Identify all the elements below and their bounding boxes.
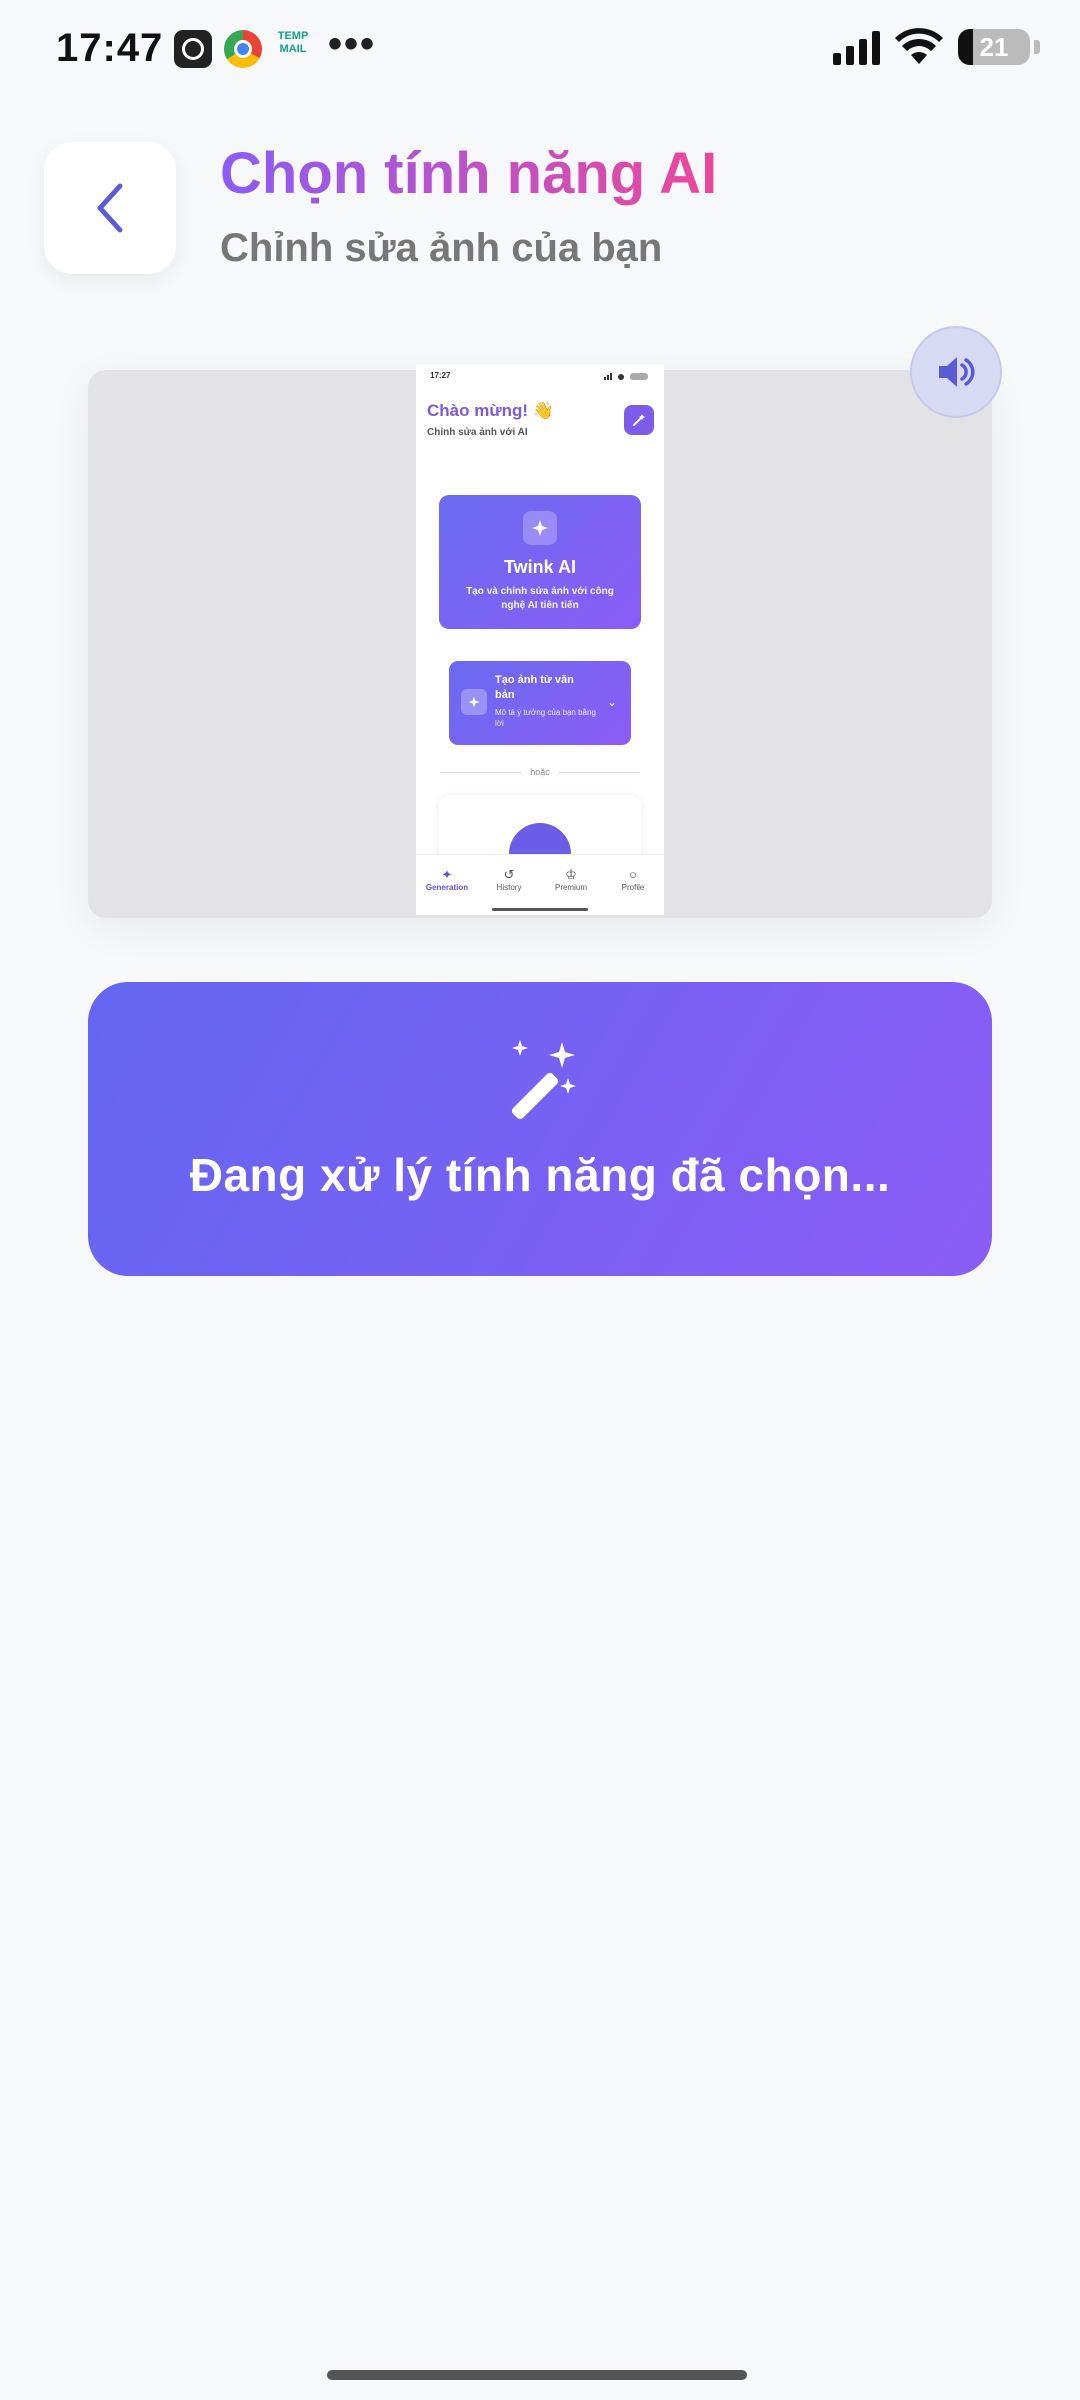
preview-option-desc: Mô tả ý tưởng của bạn bằng lời [495,708,596,728]
preview-twink-card: Twink AI Tạo và chỉnh sửa ảnh với công n… [439,495,641,629]
preview-text-to-image-option: Tạo ảnh từ văn bản Mô tả ý tưởng của bạn… [449,661,631,745]
preview-phone-screen: 17:27 Chào mừng! 👋 Chỉnh sửa ảnh với AI … [416,365,664,915]
chrome-icon [224,30,262,68]
magic-wand-icon [511,1040,576,1120]
temp-mail-icon: TEMP MAIL [277,30,309,55]
wifi-icon [895,28,943,64]
page-title: Chọn tính năng AI [220,141,718,206]
home-indicator [327,2370,747,2380]
preview-greeting-sub: Chỉnh sửa ảnh với AI [427,427,528,438]
preview-greeting: Chào mừng! 👋 [427,401,554,420]
page-subtitle: Chỉnh sửa ảnh của bạn [220,226,663,270]
preview-nav-generation: ✦ Generation [425,867,469,892]
preview-card-desc: Tạo và chỉnh sửa ảnh với công nghệ AI ti… [466,586,614,611]
status-bar: 17:47 TEMP MAIL ••• 21 [0,0,1080,100]
app-notification-icon [174,30,212,68]
signal-icon [833,29,880,65]
preview-home-indicator [492,908,588,911]
back-button[interactable] [44,142,176,274]
preview-edit-icon [624,405,654,435]
preview-card-title: Twink AI [504,557,576,577]
preview-option-title: Tạo ảnh từ văn bản [495,674,574,701]
preview-sparkle-icon [461,689,487,715]
preview-status-icons [604,373,648,380]
preview-divider: hoặc [440,767,640,777]
preview-chevron-down-icon: ⌄ [606,695,617,709]
preview-bottom-nav: ✦ Generation ↺ History ♔ Premium ○ Profile [416,854,664,915]
preview-nav-history: ↺ History [496,867,522,892]
preview-nav-premium: ♔ Premium [554,867,587,892]
preview-nav-profile: ○ Profile [621,867,645,892]
processing-card: Đang xử lý tính năng đã chọn... [88,982,992,1276]
preview-status-time: 17:27 [430,371,451,380]
processing-text: Đang xử lý tính năng đã chọn... [189,1149,891,1201]
status-time: 17:47 [56,26,164,70]
battery-icon: 21 [958,29,1030,65]
speaker-icon [939,357,975,387]
more-notifications-icon: ••• [328,22,377,66]
preview-sparkle-icon [523,511,557,545]
sound-button[interactable] [910,326,1002,418]
chevron-left-icon [97,183,123,233]
